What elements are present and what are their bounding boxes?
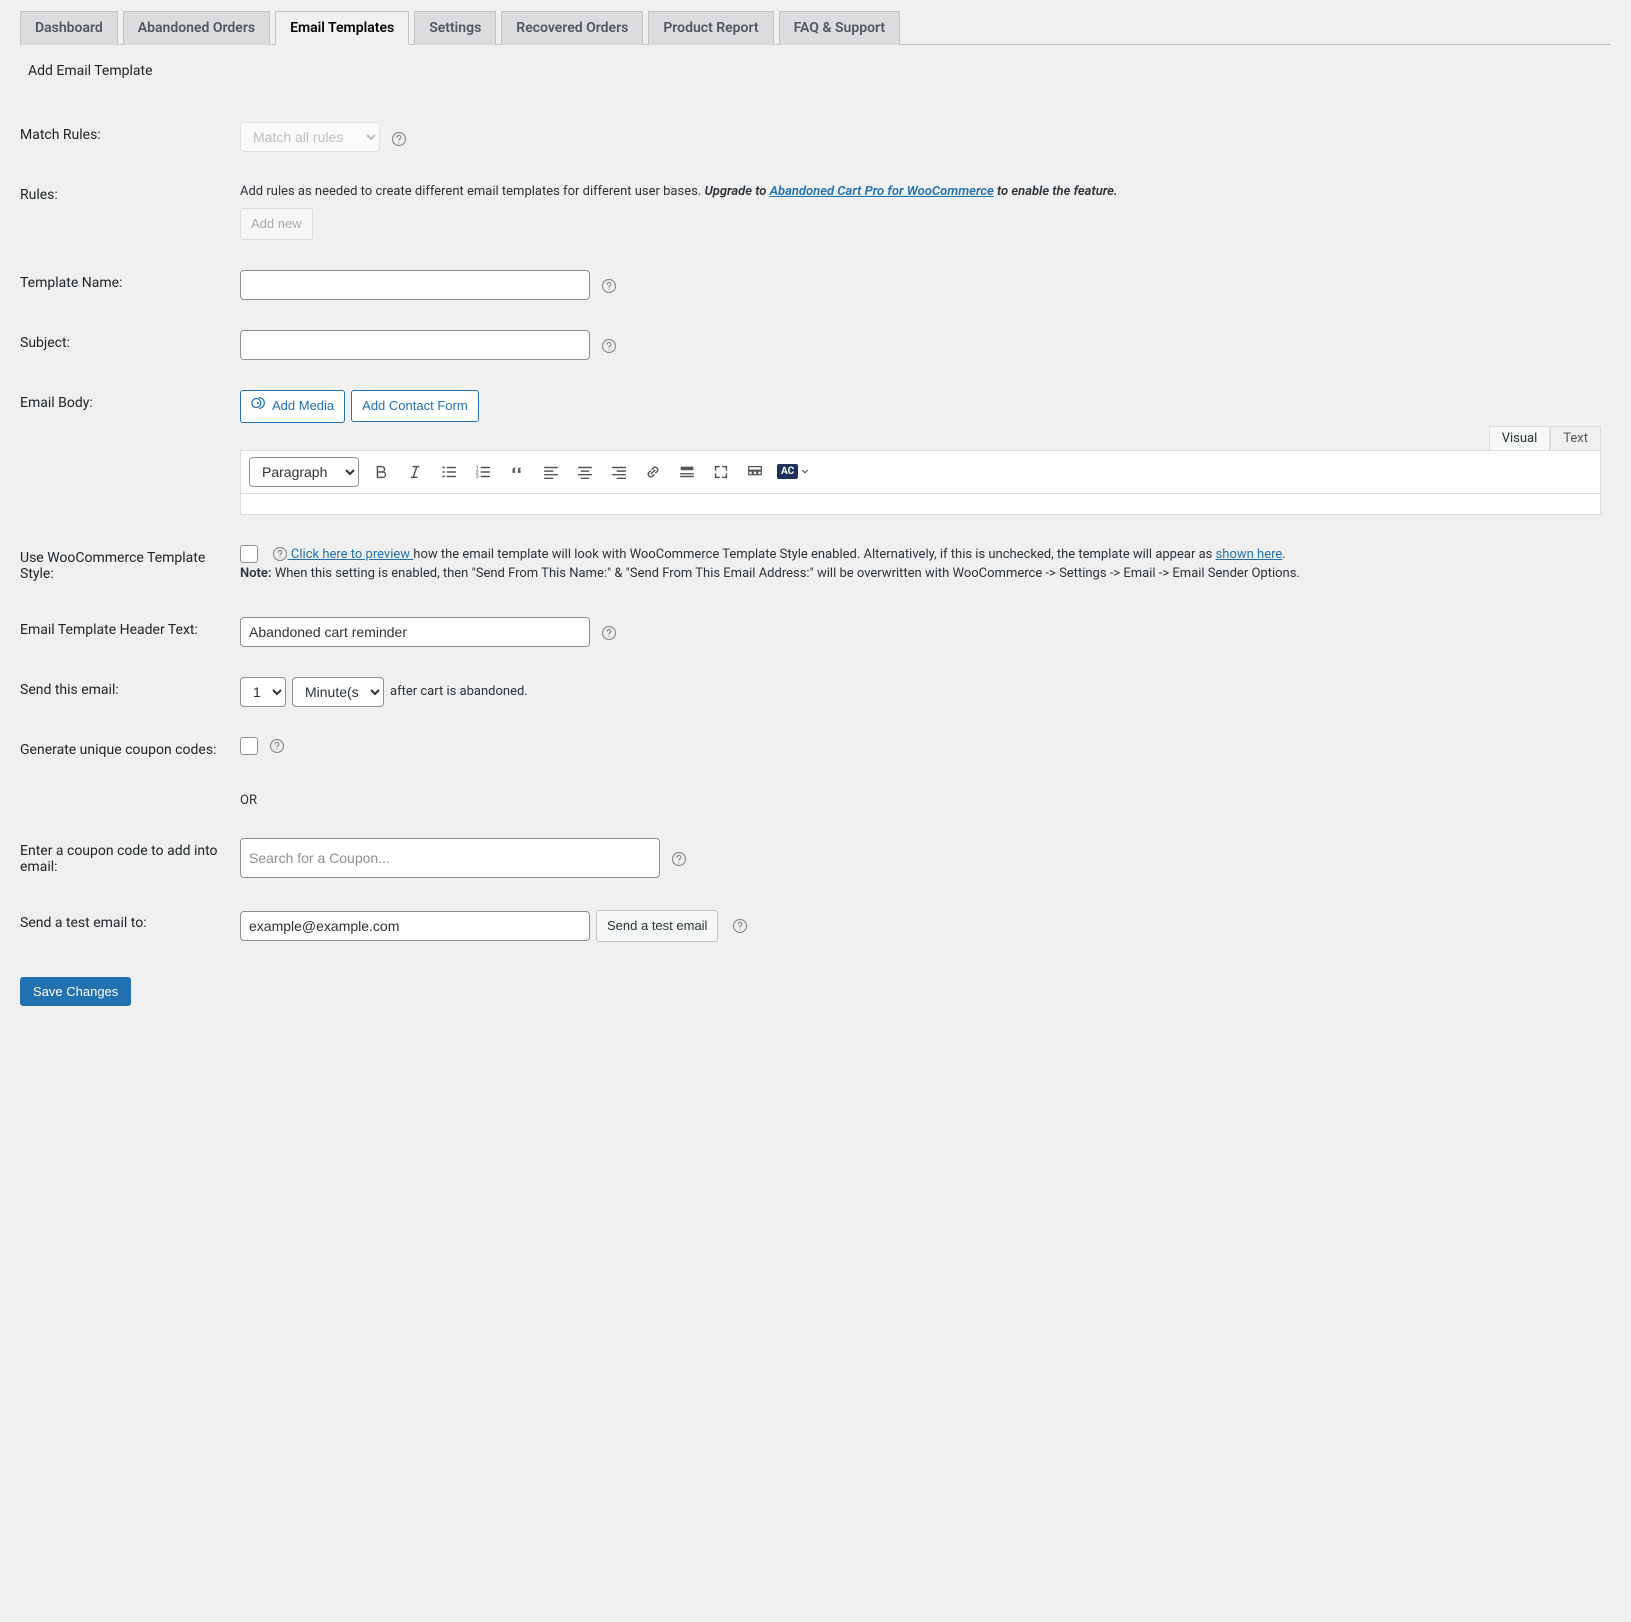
label-send-this: Send this email: xyxy=(20,662,230,722)
help-icon[interactable] xyxy=(671,851,687,867)
format-select[interactable]: Paragraph xyxy=(249,457,359,487)
page-title: Add Email Template xyxy=(28,63,1611,79)
media-icon xyxy=(251,395,267,418)
label-subject: Subject: xyxy=(20,315,230,375)
label-enter-coupon: Enter a coupon code to add into email: xyxy=(20,823,230,895)
italic-icon[interactable] xyxy=(403,460,427,484)
tab-recovered-orders[interactable]: Recovered Orders xyxy=(501,11,643,45)
fullscreen-icon[interactable] xyxy=(709,460,733,484)
coupon-search-input[interactable] xyxy=(240,838,660,878)
label-header-text: Email Template Header Text: xyxy=(20,602,230,662)
tab-settings[interactable]: Settings xyxy=(414,11,496,45)
label-wc-template: Use WooCommerce Template Style: xyxy=(20,530,230,602)
test-email-input[interactable] xyxy=(240,911,590,941)
add-new-rule-button: Add new xyxy=(240,208,313,240)
preview-link[interactable]: Click here to preview xyxy=(288,547,414,562)
wc-template-row: Click here to preview how the email temp… xyxy=(240,545,1601,584)
send-test-email-button[interactable]: Send a test email xyxy=(596,910,718,942)
add-contact-form-button[interactable]: Add Contact Form xyxy=(351,390,479,422)
coupon-codes-checkbox[interactable] xyxy=(240,737,258,755)
wc-template-checkbox[interactable] xyxy=(240,545,258,563)
editor-toolbar: Paragraph 123 AC xyxy=(240,450,1601,494)
send-after-text: after cart is abandoned. xyxy=(390,684,528,699)
label-rules: Rules: xyxy=(20,167,230,255)
numbered-list-icon[interactable]: 123 xyxy=(471,460,495,484)
help-icon[interactable] xyxy=(601,338,617,354)
label-template-name: Template Name: xyxy=(20,255,230,315)
bold-icon[interactable] xyxy=(369,460,393,484)
blockquote-icon[interactable] xyxy=(505,460,529,484)
subject-input[interactable] xyxy=(240,330,590,360)
or-separator: OR xyxy=(230,778,1611,823)
help-icon[interactable] xyxy=(269,738,285,754)
tab-product-report[interactable]: Product Report xyxy=(648,11,773,45)
add-media-button[interactable]: Add Media xyxy=(240,390,345,423)
toolbar-toggle-icon[interactable] xyxy=(743,460,767,484)
bullet-list-icon[interactable] xyxy=(437,460,461,484)
editor-visual-tab[interactable]: Visual xyxy=(1489,426,1551,450)
rules-description: Add rules as needed to create different … xyxy=(240,182,1601,202)
link-icon[interactable] xyxy=(641,460,665,484)
help-icon[interactable] xyxy=(391,131,407,147)
header-text-input[interactable] xyxy=(240,617,590,647)
ac-dropdown-icon[interactable]: AC xyxy=(777,460,809,484)
save-changes-button[interactable]: Save Changes xyxy=(20,977,131,1006)
help-icon[interactable] xyxy=(272,546,288,562)
align-center-icon[interactable] xyxy=(573,460,597,484)
send-unit-select[interactable]: Minute(s) xyxy=(292,677,384,707)
help-icon[interactable] xyxy=(601,278,617,294)
nav-tabs: Dashboard Abandoned Orders Email Templat… xyxy=(20,10,1611,45)
editor-text-tab[interactable]: Text xyxy=(1550,426,1601,450)
svg-text:3: 3 xyxy=(476,474,479,480)
tab-email-templates[interactable]: Email Templates xyxy=(275,11,409,45)
label-email-body: Email Body: xyxy=(20,375,230,530)
tab-dashboard[interactable]: Dashboard xyxy=(20,11,118,45)
align-left-icon[interactable] xyxy=(539,460,563,484)
align-right-icon[interactable] xyxy=(607,460,631,484)
shown-here-link[interactable]: shown here xyxy=(1216,547,1283,562)
upgrade-link[interactable]: Abandoned Cart Pro for WooCommerce xyxy=(770,184,994,199)
label-coupon-codes: Generate unique coupon codes: xyxy=(20,722,230,778)
send-number-select[interactable]: 1 xyxy=(240,677,286,707)
email-body-editor[interactable] xyxy=(240,494,1601,515)
read-more-icon[interactable] xyxy=(675,460,699,484)
tab-abandoned-orders[interactable]: Abandoned Orders xyxy=(123,11,270,45)
template-name-input[interactable] xyxy=(240,270,590,300)
label-send-test: Send a test email to: xyxy=(20,895,230,957)
help-icon[interactable] xyxy=(601,625,617,641)
help-icon[interactable] xyxy=(732,918,748,934)
label-match-rules: Match Rules: xyxy=(20,107,230,167)
match-rules-select: Match all rules xyxy=(240,122,380,152)
tab-faq-support[interactable]: FAQ & Support xyxy=(779,11,901,45)
